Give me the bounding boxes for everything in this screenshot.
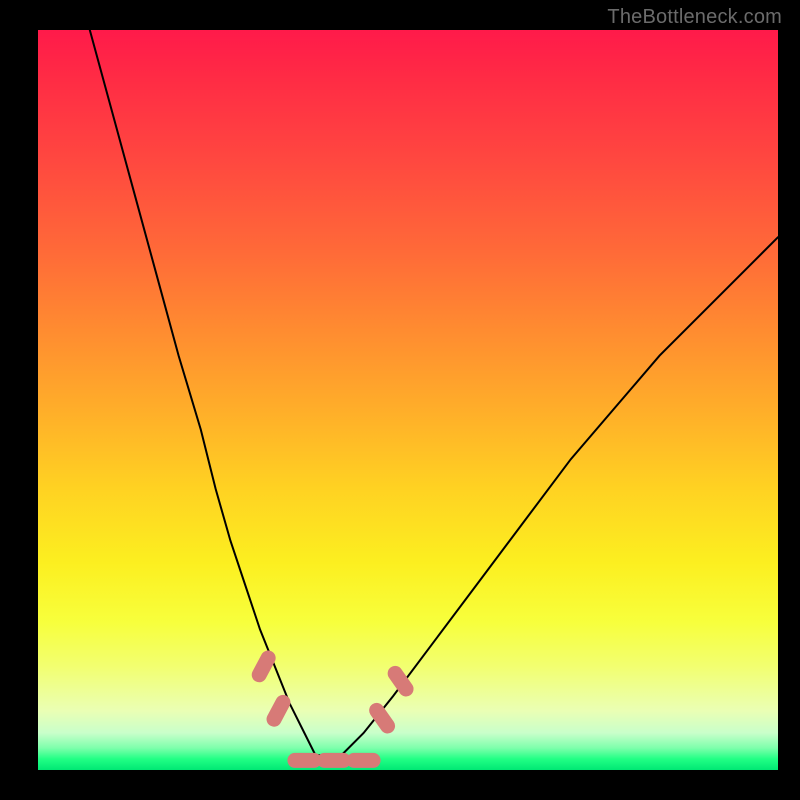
plot-area bbox=[38, 30, 778, 770]
curve-group bbox=[90, 30, 778, 755]
watermark-text: TheBottleneck.com bbox=[607, 6, 782, 29]
curve-marker bbox=[264, 692, 293, 729]
curve-marker bbox=[317, 753, 351, 768]
curve-marker bbox=[385, 663, 417, 699]
curve-marker bbox=[287, 753, 321, 768]
curve-marker bbox=[347, 753, 381, 768]
chart-frame: TheBottleneck.com bbox=[0, 0, 800, 800]
bottleneck-curve bbox=[90, 30, 778, 755]
chart-svg bbox=[38, 30, 778, 770]
curve-marker bbox=[366, 700, 398, 736]
